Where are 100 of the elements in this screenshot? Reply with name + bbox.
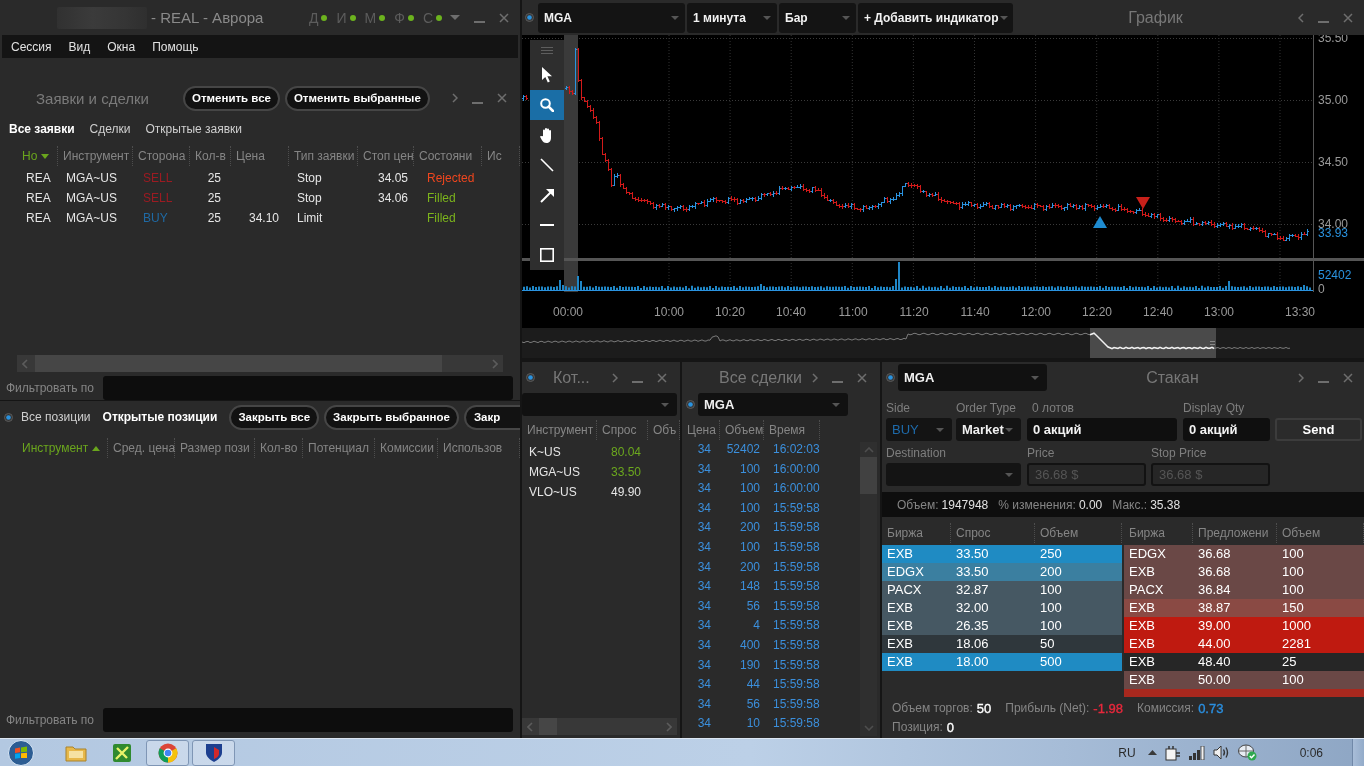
column-header[interactable]: Потенциал	[308, 441, 369, 455]
menu-item[interactable]: Вид	[65, 39, 94, 54]
clock[interactable]: 0:06	[1299, 745, 1323, 760]
ask-row[interactable]: EXB 50.00 100	[1124, 671, 1364, 689]
tab[interactable]: Открытые заявки	[141, 122, 246, 136]
speaker-icon[interactable]	[1212, 745, 1230, 760]
show-desktop-button[interactable]	[1352, 738, 1364, 766]
minimize-icon[interactable]	[472, 101, 483, 104]
column-header[interactable]: Но	[22, 149, 38, 163]
caret-down-icon[interactable]	[450, 15, 460, 20]
action-button[interactable]: Закрыть выбранное	[324, 404, 459, 430]
taskbar-button[interactable]	[192, 739, 235, 766]
chevron-right-icon[interactable]	[812, 372, 818, 383]
scroll-down-icon[interactable]	[863, 725, 874, 731]
column-header[interactable]: Использов	[443, 441, 503, 455]
horizontal-scrollbar[interactable]	[522, 718, 677, 735]
link-dot-icon[interactable]	[686, 400, 695, 409]
navigator-track[interactable]	[522, 328, 1364, 358]
grip-lines-icon[interactable]	[541, 46, 553, 54]
taskbar-button[interactable]	[146, 739, 189, 766]
interval-dropdown[interactable]: 1 минута	[687, 2, 777, 33]
bid-row[interactable]: EDGX 33.50 200	[882, 563, 1122, 581]
filter-input[interactable]	[102, 708, 513, 732]
link-dot-icon[interactable]	[886, 373, 895, 382]
scrollbar-thumb[interactable]	[35, 355, 442, 372]
start-button[interactable]	[6, 739, 36, 766]
column-header[interactable]: Спрос	[602, 423, 637, 437]
bid-row[interactable]: PACX 32.87 100	[882, 581, 1122, 599]
display-qty-field[interactable]: 0 акций	[1183, 418, 1270, 441]
scroll-right-icon[interactable]	[666, 721, 672, 732]
add-indicator-dropdown[interactable]: + Добавить индикатор	[858, 2, 1013, 33]
horizontal-scrollbar[interactable]	[17, 355, 503, 372]
column-header[interactable]: Биржа	[1129, 526, 1165, 540]
column-header[interactable]: Кол-во	[260, 441, 298, 455]
side-dropdown[interactable]: BUY	[886, 418, 952, 441]
plug-icon[interactable]	[1164, 744, 1181, 761]
column-header[interactable]: Цена	[236, 149, 265, 163]
vertical-scrollbar[interactable]	[860, 442, 877, 736]
menu-item[interactable]: Сессия	[8, 39, 55, 54]
sort-down-icon[interactable]	[41, 153, 50, 159]
bid-row[interactable]: EXB 32.00 100	[882, 599, 1122, 617]
column-header[interactable]: Размер пози	[180, 441, 250, 455]
close-icon[interactable]	[857, 372, 867, 383]
scrollbar-thumb[interactable]	[539, 718, 557, 735]
close-icon[interactable]	[497, 93, 507, 103]
column-header[interactable]: Инструмент	[22, 441, 89, 455]
scroll-right-icon[interactable]	[492, 358, 498, 369]
action-button[interactable]: Отменить выбранные	[284, 85, 430, 111]
globe-check-icon[interactable]	[1237, 744, 1257, 761]
order-type-dropdown[interactable]: Market	[956, 418, 1021, 441]
ask-row[interactable]: EXB 48.40 25	[1124, 653, 1364, 671]
action-button[interactable]: Закрыть все	[229, 404, 320, 430]
ask-row[interactable]: EXB 36.68 100	[1124, 563, 1364, 581]
symbol-dropdown[interactable]: MGA	[898, 364, 1047, 391]
column-header[interactable]: Сторона	[138, 149, 186, 163]
ask-row[interactable]: EDGX 36.68 100	[1124, 545, 1364, 563]
action-button[interactable]: Закр	[463, 404, 520, 430]
send-button[interactable]: Send	[1275, 418, 1362, 441]
column-header[interactable]: Стоп цен	[363, 149, 414, 163]
language-indicator[interactable]: RU	[1118, 745, 1136, 760]
column-header[interactable]: Сред. цена	[113, 441, 176, 455]
tab[interactable]: Сделки	[85, 122, 135, 136]
column-header[interactable]: Биржа	[887, 526, 923, 540]
ask-row[interactable]: EXB 39.00 1000	[1124, 617, 1364, 635]
column-header[interactable]: Кол-в	[195, 149, 226, 163]
quantity-field[interactable]: 0 акций	[1027, 418, 1177, 441]
column-header[interactable]: Объем	[725, 423, 764, 437]
chevron-right-icon[interactable]	[612, 372, 618, 383]
ask-row[interactable]: EXB 44.00 2281	[1124, 635, 1364, 653]
close-icon[interactable]	[1343, 372, 1353, 383]
link-dot-icon[interactable]	[526, 373, 535, 382]
column-header[interactable]: Состояни	[419, 149, 473, 163]
sort-up-icon[interactable]	[92, 445, 101, 451]
filter-input[interactable]	[102, 376, 513, 400]
column-header[interactable]: Инструмент	[527, 423, 594, 437]
close-icon[interactable]	[499, 12, 509, 23]
column-header[interactable]: Предложени	[1198, 526, 1269, 540]
chevron-left-icon[interactable]	[1298, 12, 1304, 23]
scroll-left-icon[interactable]	[527, 721, 533, 732]
link-dot-icon[interactable]	[4, 412, 13, 422]
column-header[interactable]: Спрос	[956, 526, 991, 540]
column-header[interactable]: Объем	[1040, 526, 1079, 540]
ask-row[interactable]: EXB 38.87 150	[1124, 599, 1364, 617]
action-button[interactable]: Отменить все	[182, 85, 280, 111]
column-header[interactable]: Объ	[653, 423, 677, 437]
column-header[interactable]: Ис	[487, 149, 502, 163]
navigator-window[interactable]	[1090, 328, 1216, 358]
signal-bars-icon[interactable]	[1188, 745, 1205, 760]
chevron-right-icon[interactable]	[452, 93, 458, 103]
menu-item[interactable]: Помощь	[149, 39, 202, 54]
tab[interactable]: Открытые позиции	[98, 410, 222, 424]
tab[interactable]: Все позиции	[17, 410, 95, 424]
bid-row[interactable]: EXB 33.50 250	[882, 545, 1122, 563]
tab[interactable]: Все заявки	[5, 122, 79, 136]
symbol-dropdown[interactable]: MGA	[698, 393, 848, 416]
column-header[interactable]: Объем	[1282, 526, 1321, 540]
column-header[interactable]: Цена	[687, 423, 716, 437]
scroll-up-icon[interactable]	[863, 447, 874, 453]
bid-row[interactable]: EXB 18.06 50	[882, 635, 1122, 653]
close-icon[interactable]	[657, 372, 667, 383]
